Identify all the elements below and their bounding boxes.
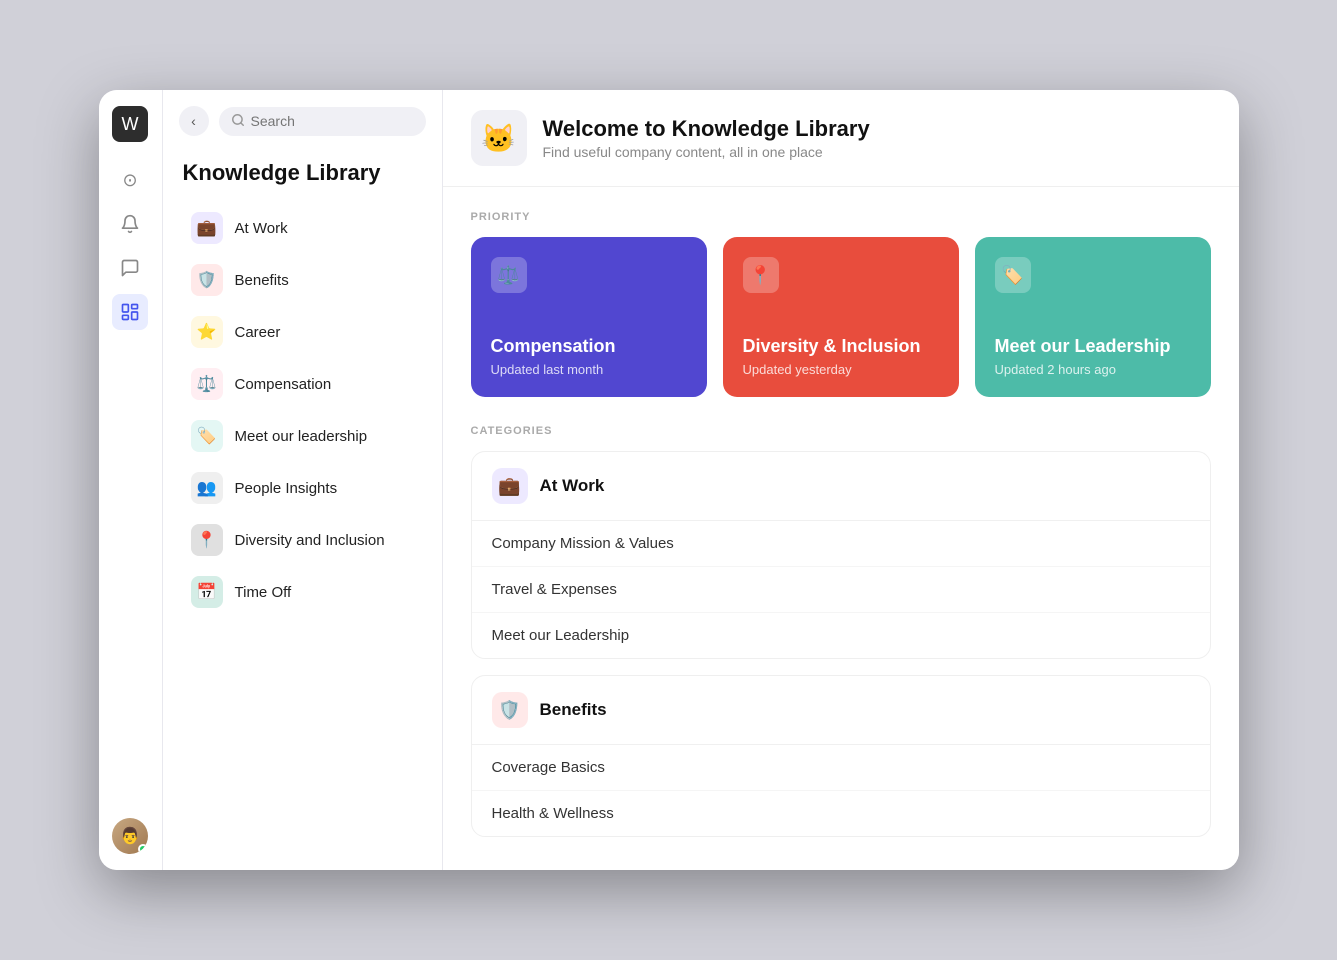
- card-subtitle-compensation: Updated last month: [491, 362, 687, 377]
- sidebar-item-icon-leadership: 🏷️: [191, 420, 223, 452]
- sidebar-item-label-leadership: Meet our leadership: [235, 428, 368, 445]
- sidebar-item-label-people: People Insights: [235, 480, 338, 497]
- category-item[interactable]: Coverage Basics: [472, 745, 1210, 791]
- priority-card-leadership[interactable]: 🏷️ Meet our Leadership Updated 2 hours a…: [975, 237, 1211, 397]
- sidebar-title: Knowledge Library: [163, 152, 442, 202]
- search-input[interactable]: [251, 113, 414, 129]
- sidebar-item-label-career: Career: [235, 324, 281, 341]
- card-subtitle-leadership: Updated 2 hours ago: [995, 362, 1191, 377]
- category-icon-at-work: 💼: [492, 468, 528, 504]
- category-item[interactable]: Company Mission & Values: [472, 521, 1210, 567]
- sidebar-item-label-compensation: Compensation: [235, 376, 332, 393]
- category-card-benefits: 🛡️ Benefits Coverage Basics Health & Wel…: [471, 675, 1211, 837]
- card-badge-leadership: 🏷️: [995, 257, 1031, 293]
- category-item[interactable]: Health & Wellness: [472, 791, 1210, 836]
- header-text: Welcome to Knowledge Library Find useful…: [543, 116, 870, 160]
- page-title: Welcome to Knowledge Library: [543, 116, 870, 142]
- sidebar-item-timeoff[interactable]: 📅 Time Off: [171, 566, 434, 618]
- sidebar-item-compensation[interactable]: ⚖️ Compensation: [171, 358, 434, 410]
- sidebar-item-label-at-work: At Work: [235, 220, 288, 237]
- sidebar-item-career[interactable]: ⭐ Career: [171, 306, 434, 358]
- sidebar-item-at-work[interactable]: 💼 At Work: [171, 202, 434, 254]
- nav-item-messages[interactable]: [112, 250, 148, 286]
- nav-item-home[interactable]: ⊙: [112, 162, 148, 198]
- card-title-diversity: Diversity & Inclusion: [743, 336, 939, 358]
- category-header-benefits: 🛡️ Benefits: [472, 676, 1210, 745]
- category-header-at-work: 💼 At Work: [472, 452, 1210, 521]
- card-badge-compensation: ⚖️: [491, 257, 527, 293]
- sidebar-item-icon-compensation: ⚖️: [191, 368, 223, 400]
- sidebar-item-label-benefits: Benefits: [235, 272, 289, 289]
- online-indicator: [138, 844, 148, 854]
- main-header: 🐱 Welcome to Knowledge Library Find usef…: [443, 90, 1239, 187]
- category-card-at-work: 💼 At Work Company Mission & Values Trave…: [471, 451, 1211, 659]
- sidebar-item-icon-diversity: 📍: [191, 524, 223, 556]
- sidebar-item-icon-people: 👥: [191, 472, 223, 504]
- nav-rail: W ⊙ 👨: [99, 90, 163, 870]
- priority-card-compensation[interactable]: ⚖️ Compensation Updated last month: [471, 237, 707, 397]
- logo: W: [112, 106, 148, 142]
- sidebar-item-diversity[interactable]: 📍 Diversity and Inclusion: [171, 514, 434, 566]
- nav-item-library[interactable]: [112, 294, 148, 330]
- sidebar-item-icon-career: ⭐: [191, 316, 223, 348]
- sidebar-top: ‹: [163, 106, 442, 152]
- category-title-at-work: At Work: [540, 476, 605, 496]
- category-item[interactable]: Travel & Expenses: [472, 567, 1210, 613]
- priority-card-diversity[interactable]: 📍 Diversity & Inclusion Updated yesterda…: [723, 237, 959, 397]
- content-area: PRIORITY ⚖️ Compensation Updated last mo…: [443, 187, 1239, 870]
- nav-item-notifications[interactable]: [112, 206, 148, 242]
- priority-cards: ⚖️ Compensation Updated last month 📍 Div…: [471, 237, 1211, 397]
- sidebar-item-benefits[interactable]: 🛡️ Benefits: [171, 254, 434, 306]
- sidebar-item-leadership[interactable]: 🏷️ Meet our leadership: [171, 410, 434, 462]
- category-title-benefits: Benefits: [540, 700, 607, 720]
- user-avatar[interactable]: 👨: [112, 818, 148, 854]
- sidebar-item-label-timeoff: Time Off: [235, 584, 292, 601]
- sidebar-item-icon-at-work: 💼: [191, 212, 223, 244]
- card-badge-diversity: 📍: [743, 257, 779, 293]
- sidebar-item-people[interactable]: 👥 People Insights: [171, 462, 434, 514]
- nav-bottom: 👨: [112, 818, 148, 854]
- page-subtitle: Find useful company content, all in one …: [543, 144, 870, 160]
- main-content: 🐱 Welcome to Knowledge Library Find usef…: [443, 90, 1239, 870]
- card-title-compensation: Compensation: [491, 336, 687, 358]
- back-button[interactable]: ‹: [179, 106, 209, 136]
- priority-label: PRIORITY: [471, 211, 1211, 223]
- card-title-leadership: Meet our Leadership: [995, 336, 1191, 358]
- sidebar: ‹ Knowledge Library 💼 At Work 🛡️ Benefit…: [163, 90, 443, 870]
- categories-container: 💼 At Work Company Mission & Values Trave…: [471, 451, 1211, 837]
- search-icon: [231, 113, 245, 130]
- search-box: [219, 107, 426, 136]
- categories-label: CATEGORIES: [471, 425, 1211, 437]
- header-icon: 🐱: [471, 110, 527, 166]
- category-icon-benefits: 🛡️: [492, 692, 528, 728]
- sidebar-items: 💼 At Work 🛡️ Benefits ⭐ Career ⚖️ Compen…: [163, 202, 442, 618]
- card-subtitle-diversity: Updated yesterday: [743, 362, 939, 377]
- category-item[interactable]: Meet our Leadership: [472, 613, 1210, 658]
- sidebar-item-icon-timeoff: 📅: [191, 576, 223, 608]
- sidebar-item-icon-benefits: 🛡️: [191, 264, 223, 296]
- sidebar-item-label-diversity: Diversity and Inclusion: [235, 532, 385, 549]
